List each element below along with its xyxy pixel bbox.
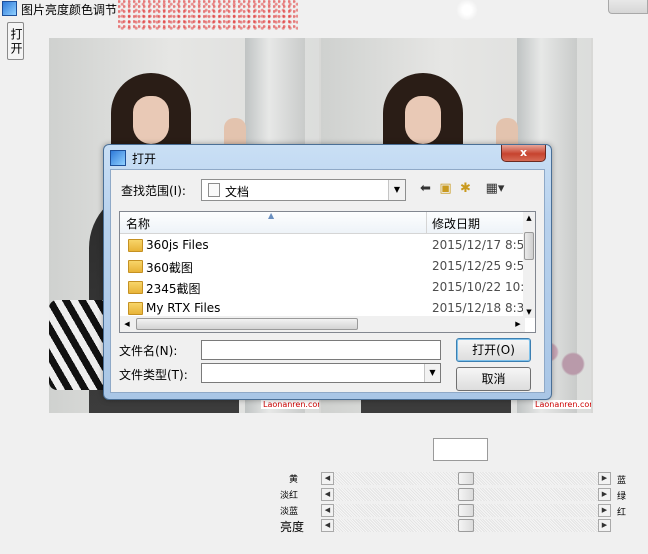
file-date: 2015/12/17 8:51 — [432, 238, 532, 252]
folder-icon — [128, 239, 143, 252]
chevron-down-icon[interactable]: ▼ — [388, 180, 405, 200]
file-name: 2345截图 — [146, 282, 201, 296]
document-icon — [208, 183, 220, 197]
new-folder-icon[interactable]: ✱ — [457, 181, 474, 197]
file-list-vertical-scrollbar[interactable]: ▲ ▼ — [523, 212, 535, 318]
slider-right-label: 蓝 — [617, 476, 627, 486]
sort-caret-icon: ▲ — [268, 211, 275, 220]
window-controls[interactable] — [608, 0, 648, 14]
right-arrow-icon[interactable]: ▶ — [598, 472, 611, 485]
scroll-left-icon[interactable]: ◀ — [120, 316, 134, 332]
column-name-header[interactable]: 名称 — [126, 215, 150, 232]
app-icon — [2, 1, 17, 16]
slider-left-label: 淡红 — [279, 491, 298, 501]
blur-artifact — [455, 0, 479, 20]
image-watermark: Laonanren.com — [533, 400, 591, 409]
scroll-thumb[interactable] — [524, 232, 534, 260]
look-in-value: 文档 — [225, 185, 250, 199]
look-in-combo[interactable]: 文档 ▼ — [201, 179, 406, 201]
filename-input[interactable] — [201, 340, 441, 360]
file-date: 2015/12/18 8:39 — [432, 301, 532, 315]
open-button[interactable]: 打开 — [7, 22, 24, 60]
yellow-blue-slider[interactable]: ◀ ▶ — [321, 472, 611, 485]
close-button[interactable]: x — [501, 145, 546, 162]
open-file-dialog: 打开 x 查找范围(I): 文档 ▼ ⬅ ▣ ✱ ▦▾ ▲ 名称 修改日期 36… — [103, 144, 552, 400]
open-file-button[interactable]: 打开(O) — [456, 338, 531, 362]
slider-right-label: 红 — [617, 508, 627, 518]
folder-icon — [128, 260, 143, 273]
up-folder-icon[interactable]: ▣ — [437, 181, 454, 197]
filetype-label: 文件类型(T): — [119, 368, 188, 382]
face — [133, 96, 169, 144]
dialog-title: 打开 — [132, 152, 157, 166]
title-bar: 图片亮度颜色调节 — [0, 0, 648, 30]
brightness-slider[interactable]: ◀ ▶ — [321, 519, 611, 532]
dialog-icon — [110, 150, 126, 166]
scroll-up-icon[interactable]: ▲ — [523, 212, 535, 224]
column-separator[interactable] — [426, 212, 427, 234]
slider-thumb[interactable] — [458, 504, 474, 517]
file-name: 360截图 — [146, 261, 193, 275]
filename-label: 文件名(N): — [119, 344, 178, 358]
slider-left-label: 黄 — [288, 475, 298, 485]
slider-thumb[interactable] — [458, 488, 474, 501]
file-date: 2015/10/22 10:5 — [432, 280, 532, 294]
file-row[interactable]: 2345截图 2015/10/22 10:5 — [120, 278, 532, 298]
look-in-label: 查找范围(I): — [121, 184, 186, 198]
file-row[interactable]: 360截图 2015/12/25 9:59 — [120, 257, 532, 277]
left-arrow-icon[interactable]: ◀ — [321, 504, 334, 517]
folder-icon — [128, 302, 143, 315]
left-arrow-icon[interactable]: ◀ — [321, 488, 334, 501]
file-list-header: ▲ 名称 修改日期 — [120, 212, 525, 234]
filetype-select[interactable]: ▼ — [201, 363, 441, 383]
slider-thumb[interactable] — [458, 472, 474, 485]
value-textbox[interactable] — [433, 438, 488, 461]
right-arrow-icon[interactable]: ▶ — [598, 519, 611, 532]
scroll-thumb[interactable] — [136, 318, 358, 330]
left-arrow-icon[interactable]: ◀ — [321, 472, 334, 485]
slider-left-label: 亮度 — [279, 520, 304, 534]
left-arrow-icon[interactable]: ◀ — [321, 519, 334, 532]
right-arrow-icon[interactable]: ▶ — [598, 504, 611, 517]
cyan-red-slider[interactable]: ◀ ▶ — [321, 504, 611, 517]
back-icon[interactable]: ⬅ — [417, 181, 434, 197]
view-menu-icon[interactable]: ▦▾ — [481, 181, 509, 197]
file-list[interactable]: ▲ 名称 修改日期 360js Files 2015/12/17 8:51 36… — [119, 211, 536, 333]
slider-thumb[interactable] — [458, 519, 474, 532]
slider-left-label: 淡蓝 — [279, 507, 298, 517]
image-watermark: Laonanren.com — [261, 400, 319, 409]
file-name: 360js Files — [146, 238, 209, 252]
file-name: My RTX Files — [146, 301, 221, 315]
file-date: 2015/12/25 9:59 — [432, 259, 532, 273]
window-title: 图片亮度颜色调节 — [21, 3, 118, 17]
file-list-horizontal-scrollbar[interactable]: ◀ ▶ — [120, 316, 525, 332]
slider-right-label: 绿 — [617, 492, 627, 502]
right-arrow-icon[interactable]: ▶ — [598, 488, 611, 501]
folder-icon — [128, 281, 143, 294]
face — [405, 96, 441, 144]
scroll-right-icon[interactable]: ▶ — [511, 316, 525, 332]
title-noise — [118, 0, 298, 30]
file-row[interactable]: 360js Files 2015/12/17 8:51 — [120, 236, 532, 256]
dialog-body: 查找范围(I): 文档 ▼ ⬅ ▣ ✱ ▦▾ ▲ 名称 修改日期 360js F… — [110, 169, 545, 393]
chevron-down-icon[interactable]: ▼ — [424, 364, 440, 382]
column-date-header[interactable]: 修改日期 — [432, 215, 480, 232]
red-green-slider[interactable]: ◀ ▶ — [321, 488, 611, 501]
cancel-button[interactable]: 取消 — [456, 367, 531, 391]
